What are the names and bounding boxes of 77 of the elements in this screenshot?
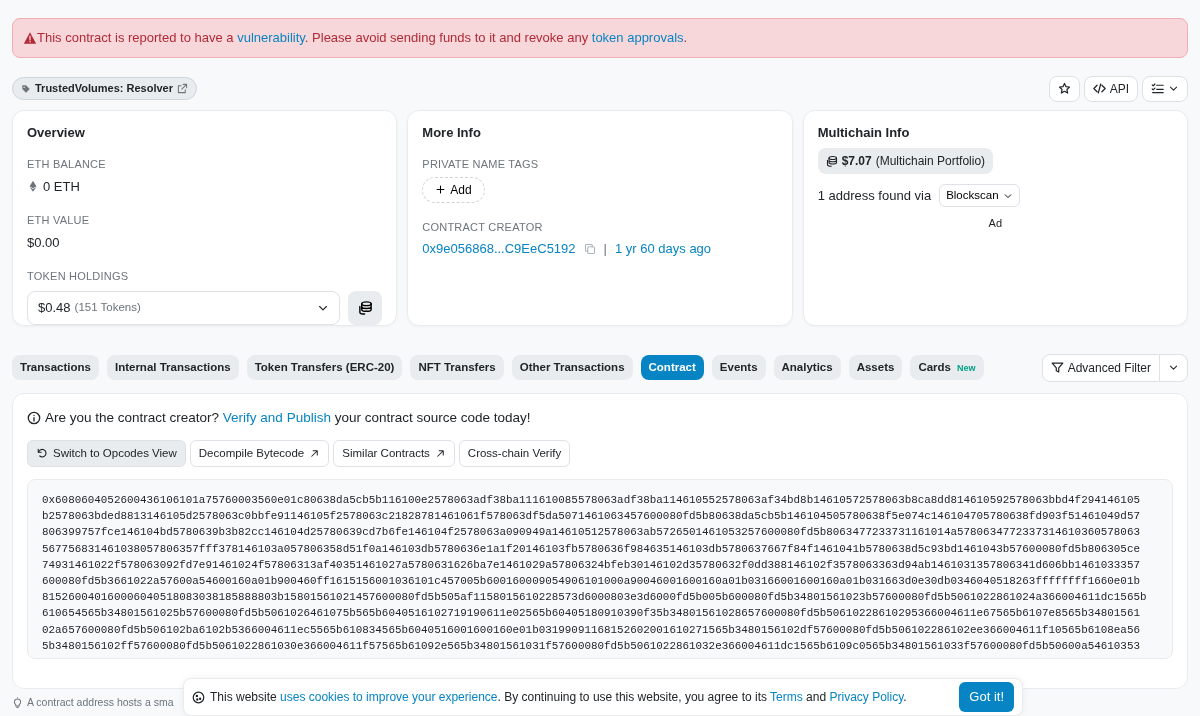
- coins-icon: [825, 155, 838, 167]
- action-button[interactable]: Decompile Bytecode: [189, 439, 330, 467]
- copy-icon: [583, 242, 596, 255]
- chevron-down-icon: [1168, 362, 1179, 373]
- found-text: 1 address found via: [817, 186, 932, 205]
- tab[interactable]: NFT Transfers: [410, 354, 504, 381]
- tag-icon: [21, 83, 31, 94]
- ethereum-icon: [27, 180, 39, 193]
- tab[interactable]: Cards New: [910, 354, 984, 381]
- portfolio-link[interactable]: $7.07 (Multichain Portfolio): [817, 148, 994, 174]
- plus-icon: [435, 184, 447, 195]
- text-link[interactable]: Terms: [770, 690, 803, 704]
- field-label: ETH BALANCE: [27, 157, 107, 172]
- favorite-button[interactable]: [1048, 75, 1080, 102]
- tab[interactable]: Assets: [848, 354, 903, 381]
- new-label: New: [957, 362, 976, 373]
- footer-note: A contract address hosts a sma: [27, 694, 174, 710]
- portfolio-button[interactable]: [348, 290, 383, 325]
- external-link-icon: [176, 83, 188, 94]
- bytecode-line: 02a657600080fd5b506102ba6102b5366004611ec5565b610834565b6040516001600160e01b03199091168152602001610271565b3480156102df57600080fd5b506102286102ee366004611f10565b6108ea56: [42, 622, 1141, 638]
- options-button[interactable]: [1142, 75, 1188, 102]
- api-button[interactable]: API: [1083, 75, 1138, 102]
- undo-icon: [36, 447, 48, 460]
- field-label: TOKEN HOLDINGS: [27, 269, 130, 284]
- cookie-icon: [192, 690, 205, 704]
- card-title: More Info: [422, 123, 482, 142]
- code-icon: [1092, 82, 1106, 95]
- arrow-up-right-icon: [309, 447, 321, 459]
- warning-icon: [23, 30, 37, 45]
- coins-icon: [357, 300, 373, 315]
- ad-label: Ad: [987, 216, 1004, 232]
- card-title: Multichain Info: [817, 123, 911, 142]
- lightbulb-icon: [12, 696, 23, 708]
- info-icon: [27, 410, 41, 425]
- creator-prompt: Are you the contract creator? Verify and Publish your contract source code today!: [45, 408, 531, 427]
- bytecode-line: 567756831461038057806357fff378146103a057806358d51f0a146103db5780636e1a1f20146103fb5780636f984635146103db5780637667f84f1461041b5780638d5c93bd1461043b57600080fd5b806305ce: [42, 541, 1141, 557]
- balance-value: 0 ETH: [43, 177, 80, 196]
- text-link[interactable]: Verify and Publish: [222, 409, 331, 425]
- bytecode-line: 815260040160006040518083038185888803b15801561021457600080fd5b505af1158015610228573d6000803e3d6000fd5b005b600080fd5b34801561023b57600080fd5b5061022861024a366004611dc1565b: [42, 590, 1147, 606]
- tab[interactable]: Internal Transactions: [106, 354, 239, 381]
- cookie-message: This website uses cookies to improve your experience. By continuing to use this website, you agree to its Terms and Privacy Policy.: [210, 689, 907, 706]
- action-button[interactable]: Similar Contracts: [333, 439, 455, 467]
- bytecode-line: 600080fd5b3661022a57600a54600160a01b900460ff1615156001036101c457005b600160009054906101000a90046001600160a01b03166001600160a01b031663d0e30db0346040518263ffffffff1660e01b: [42, 574, 1141, 589]
- action-button[interactable]: Cross-chain Verify: [458, 439, 571, 467]
- tab[interactable]: Transactions: [12, 354, 99, 381]
- name-tag[interactable]: TrustedVolumes: Resolver: [12, 77, 197, 100]
- bytecode-line: 0x6080604052600436106101a75760003560e01c80638da5cb5b116100e2578063adf38ba111610085578063adf38ba114610552578063af34bd8b14610572578063b8ca8dd814610592578063bbd4f294146105: [42, 493, 1141, 508]
- advanced-filter-button[interactable]: Advanced Filter: [1041, 353, 1160, 382]
- field-label: ETH VALUE: [27, 213, 91, 228]
- value-text: $0.00: [27, 233, 61, 252]
- filter-icon: [1050, 361, 1064, 374]
- card-title: Overview: [27, 123, 86, 142]
- tab[interactable]: Contract: [640, 354, 704, 381]
- chevron-down-icon: [1168, 83, 1179, 94]
- bytecode-line: 5b3480156102ff57600080fd5b5061022861030e366004611f57565b61092e565b34801561031f57600080fd5b5061022861032e366004611dc1565b6109c0565b34801561033f57600080fd5b50600a54610353: [42, 638, 1141, 654]
- tab[interactable]: Events: [711, 354, 766, 381]
- star-icon: [1057, 82, 1071, 95]
- bytecode-line: 806399757fce146104bd5780639b3b82cc146104d25780639cd7b6fe146104f2578063a090949a14610512578063ab5726501461053257600080fd5b8063477233731161014a5780634772337314610360578063: [42, 525, 1141, 541]
- checklist-icon: [1151, 82, 1164, 95]
- tab[interactable]: Analytics: [773, 354, 841, 381]
- bytecode-line: b2578063bded8813146105d2578063c0bbfe91146105f2578063c21828781461061f578063df5da5071461063457600080fd5b80638da5cb5b146104505780638f5e074c146104705780638fd903f51461049d57: [42, 509, 1141, 525]
- address-link[interactable]: 0x9e056868...C9EeC5192: [422, 239, 576, 259]
- bytecode-line: 74931461022f578063092fd7e91461024f57806313af40351461027a5780631626ba7e1461029a57806324bfeb30146102d35780632f0dd388146102f3578063363d94ab1461031357806341d606bb1461033357: [42, 557, 1141, 573]
- add-button[interactable]: Add: [422, 176, 485, 203]
- tab[interactable]: Token Transfers (ERC-20): [246, 354, 403, 381]
- age-link[interactable]: 1 yr 60 days ago: [614, 239, 712, 259]
- blockscan-dropdown[interactable]: Blockscan: [939, 184, 1020, 208]
- accept-button[interactable]: Got it!: [959, 682, 1014, 712]
- field-label: CONTRACT CREATOR: [422, 219, 544, 235]
- tab[interactable]: Other Transactions: [511, 354, 633, 381]
- token-holdings-dropdown[interactable]: $0.48 (151 Tokens): [27, 290, 341, 325]
- action-button[interactable]: Switch to Opcodes View: [27, 439, 186, 467]
- separator-text: |: [603, 240, 607, 258]
- warning-message: This contract is reported to have a vulnerability. Please avoid sending funds to it and revoke any token approvals.: [37, 29, 688, 47]
- arrow-up-right-icon: [434, 447, 446, 459]
- field-label: PRIVATE NAME TAGS: [422, 157, 540, 172]
- bytecode-line: 610654565b34801561025b57600080fd5b5061026461075b565b6040516102719190611e02565b60405180910390f35b34801561028657600080fd5b50610228610295366004611e67565b6107e8565b34801561: [42, 606, 1141, 622]
